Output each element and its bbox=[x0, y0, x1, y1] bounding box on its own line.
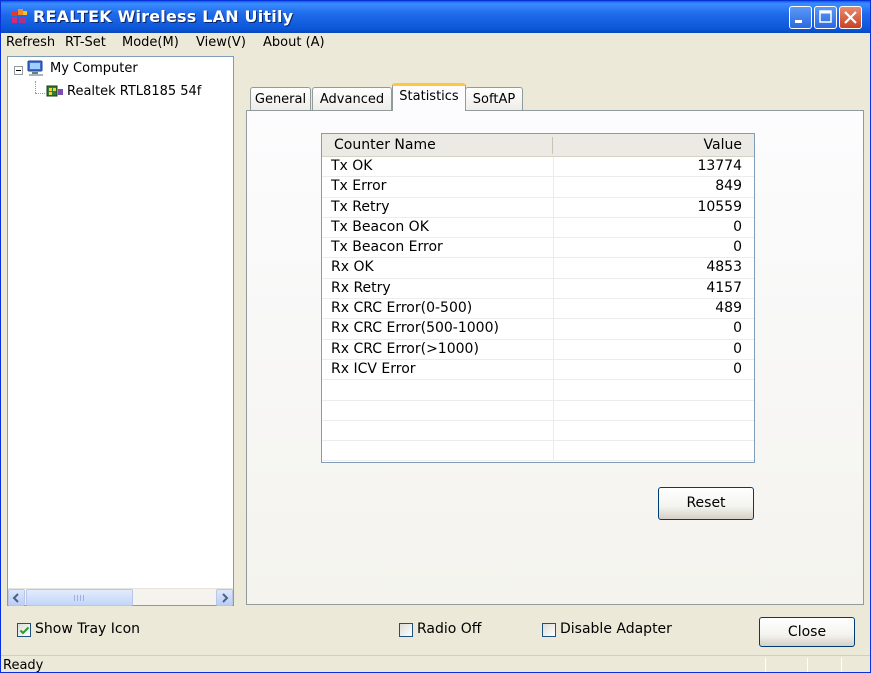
tree-adapter-label[interactable]: Realtek RTL8185 54f bbox=[67, 84, 201, 99]
counter-name: Tx Beacon Error bbox=[331, 239, 443, 256]
status-text: Ready bbox=[3, 658, 44, 673]
statistics-rows: Tx OK 13774 Tx Error 849 Tx Retry 10559 Tx … bbox=[322, 157, 754, 462]
close-button[interactable]: Close bbox=[759, 617, 855, 647]
statistics-panel: Counter Name Value Tx OK 13774 Tx Error 84… bbox=[246, 110, 864, 605]
maximize-button[interactable] bbox=[814, 6, 837, 29]
menu-about[interactable]: About (A) bbox=[263, 35, 325, 50]
reset-button[interactable]: Reset bbox=[658, 487, 754, 520]
column-value[interactable]: Value bbox=[704, 137, 742, 153]
show-tray-icon-checkbox[interactable] bbox=[17, 623, 31, 637]
counter-name: Rx CRC Error(0-500) bbox=[331, 300, 473, 317]
counter-value: 0 bbox=[733, 340, 742, 357]
tab-statistics[interactable]: Statistics bbox=[392, 83, 466, 111]
menu-view[interactable]: View(V) bbox=[196, 35, 246, 50]
status-bar: Ready bbox=[1, 655, 870, 673]
counter-name: Rx CRC Error(500-1000) bbox=[331, 320, 499, 337]
tab-advanced[interactable]: Advanced bbox=[312, 87, 392, 112]
disable-adapter-label[interactable]: Disable Adapter bbox=[560, 621, 672, 637]
maximize-icon bbox=[819, 10, 832, 23]
radio-off-checkbox[interactable] bbox=[399, 623, 413, 637]
table-row[interactable]: Tx OK 13774 bbox=[322, 157, 754, 178]
tree-root-label[interactable]: My Computer bbox=[50, 61, 138, 76]
title-bar[interactable]: REALTEK Wireless LAN Uitily bbox=[1, 1, 870, 33]
status-separator bbox=[807, 658, 808, 672]
close-icon bbox=[844, 11, 857, 24]
table-row[interactable]: Rx Retry 4157 bbox=[322, 278, 754, 300]
disable-adapter-checkbox[interactable] bbox=[542, 623, 556, 637]
counter-name: Rx Retry bbox=[331, 279, 391, 296]
counter-name: Tx Error bbox=[331, 178, 387, 195]
status-separator bbox=[765, 658, 766, 672]
menu-refresh[interactable]: Refresh bbox=[6, 35, 55, 50]
checkmark-icon bbox=[19, 626, 30, 635]
counter-name: Tx Beacon OK bbox=[331, 218, 429, 235]
window-title: REALTEK Wireless LAN Uitily bbox=[33, 7, 294, 26]
counter-value: 4157 bbox=[706, 279, 742, 296]
horizontal-scrollbar[interactable] bbox=[8, 588, 233, 606]
device-tree[interactable]: My Computer Realtek RTL8185 54f bbox=[7, 56, 234, 606]
menu-rt-set[interactable]: RT-Set bbox=[65, 35, 106, 50]
menu-mode[interactable]: Mode(M) bbox=[122, 35, 179, 50]
counter-value: 0 bbox=[733, 218, 742, 235]
scroll-left-button[interactable] bbox=[8, 589, 25, 606]
counter-name: Rx ICV Error bbox=[331, 360, 416, 377]
status-separator bbox=[841, 658, 842, 672]
tab-general[interactable]: General bbox=[250, 87, 311, 112]
table-row[interactable]: Tx Retry 10559 bbox=[322, 197, 754, 218]
table-row[interactable]: Tx Beacon OK 0 bbox=[322, 217, 754, 239]
scroll-thumb[interactable] bbox=[26, 589, 133, 606]
empty-row bbox=[322, 441, 754, 462]
tree-connector bbox=[35, 93, 45, 94]
empty-row bbox=[322, 420, 754, 442]
column-counter-name[interactable]: Counter Name bbox=[334, 137, 436, 153]
counter-value: 4853 bbox=[706, 259, 742, 276]
main-window: REALTEK Wireless LAN Uitily Refresh RT-S… bbox=[0, 0, 871, 673]
column-separator[interactable] bbox=[552, 137, 553, 154]
chevron-left-icon bbox=[12, 593, 19, 603]
counter-name: Tx OK bbox=[331, 158, 373, 174]
statistics-list[interactable]: Counter Name Value Tx OK 13774 Tx Error 84… bbox=[321, 133, 755, 463]
counter-name: Rx CRC Error(>1000) bbox=[331, 340, 479, 357]
chevron-right-icon bbox=[222, 593, 229, 603]
scroll-right-button[interactable] bbox=[216, 589, 233, 606]
menu-bar: Refresh RT-Set Mode(M) View(V) About (A) bbox=[1, 33, 870, 53]
counter-value: 0 bbox=[733, 320, 742, 337]
statistics-header: Counter Name Value bbox=[322, 134, 754, 157]
table-row[interactable]: Rx CRC Error(500-1000) 0 bbox=[322, 319, 754, 340]
radio-off-label[interactable]: Radio Off bbox=[417, 621, 481, 637]
empty-row bbox=[322, 380, 754, 401]
table-row[interactable]: Tx Error 849 bbox=[322, 177, 754, 198]
tab-softap[interactable]: SoftAP bbox=[465, 87, 523, 112]
network-adapter-icon bbox=[46, 85, 63, 97]
close-window-button[interactable] bbox=[839, 6, 862, 29]
table-row[interactable]: Rx CRC Error(0-500) 489 bbox=[322, 299, 754, 320]
counter-value: 849 bbox=[715, 178, 742, 195]
tree-connector bbox=[35, 81, 36, 93]
show-tray-icon-label[interactable]: Show Tray Icon bbox=[35, 621, 140, 637]
counter-name: Rx OK bbox=[331, 259, 374, 276]
minimize-button[interactable] bbox=[789, 6, 812, 29]
scroll-grip bbox=[74, 595, 84, 601]
counter-name: Tx Retry bbox=[331, 198, 390, 215]
counter-value: 13774 bbox=[697, 158, 742, 174]
minimize-icon bbox=[795, 20, 802, 23]
table-row[interactable]: Rx CRC Error(>1000) 0 bbox=[322, 339, 754, 360]
table-row[interactable]: Rx ICV Error 0 bbox=[322, 359, 754, 381]
computer-icon bbox=[27, 60, 43, 76]
counter-value: 0 bbox=[733, 239, 742, 256]
table-row[interactable]: Tx Beacon Error 0 bbox=[322, 238, 754, 259]
counter-value: 489 bbox=[715, 300, 742, 317]
counter-value: 0 bbox=[733, 360, 742, 377]
empty-row bbox=[322, 400, 754, 421]
table-row[interactable]: Rx OK 4853 bbox=[322, 258, 754, 279]
counter-value: 10559 bbox=[697, 198, 742, 215]
realtek-app-icon bbox=[11, 9, 27, 23]
collapse-toggle[interactable] bbox=[14, 66, 23, 75]
